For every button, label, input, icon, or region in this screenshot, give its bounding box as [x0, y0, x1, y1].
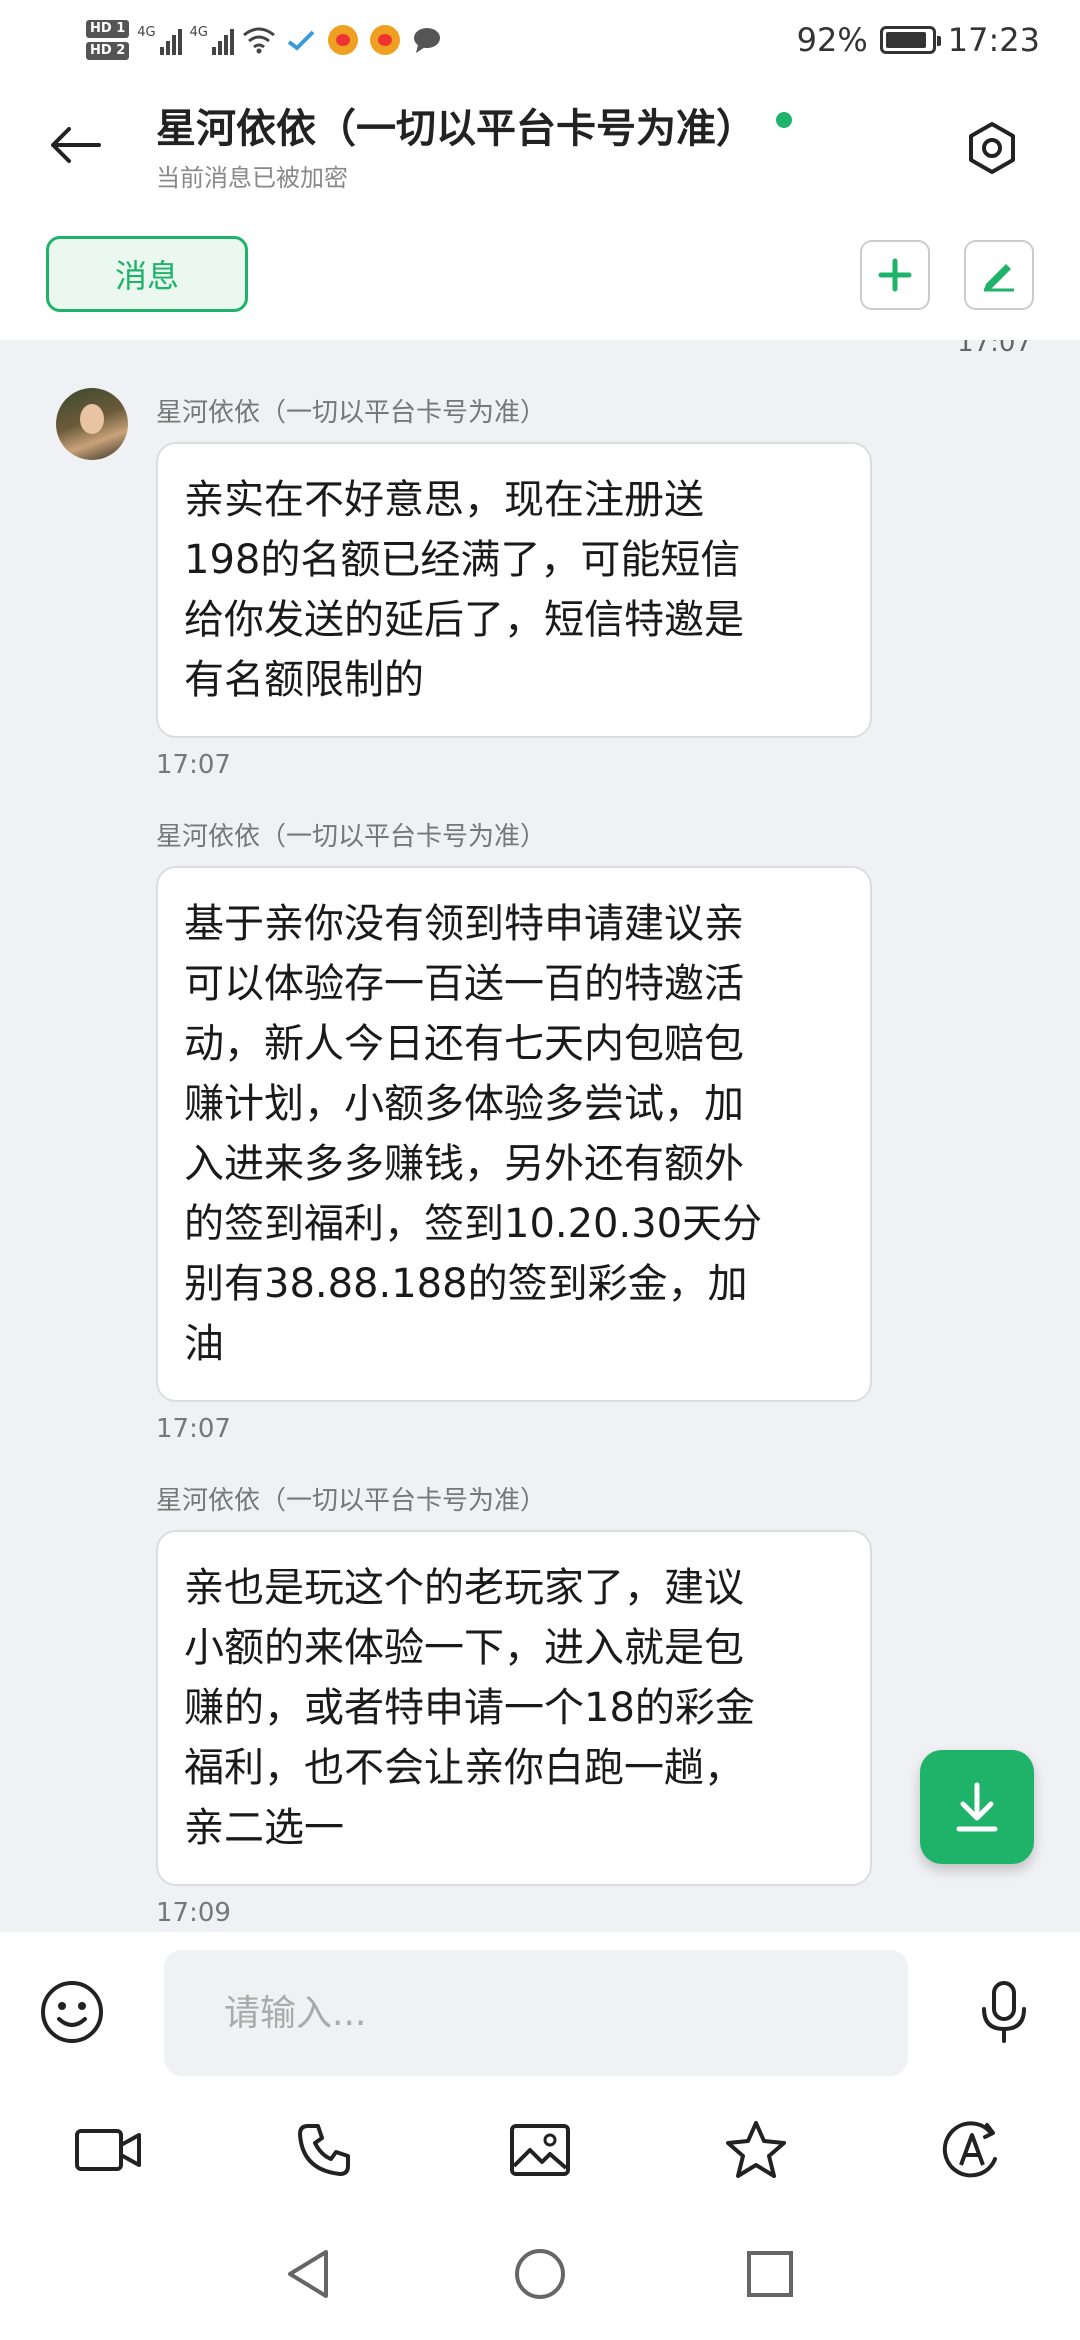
- message-time: 17:09: [156, 1898, 231, 1928]
- phone-icon: [298, 2124, 350, 2176]
- online-status-dot: [776, 112, 792, 128]
- scroll-to-bottom-button[interactable]: [920, 1750, 1034, 1864]
- back-button[interactable]: [40, 110, 110, 180]
- wifi-icon: [242, 23, 276, 57]
- video-icon: [75, 2129, 141, 2171]
- favorite-button[interactable]: [718, 2112, 794, 2188]
- recents-square-icon: [747, 2251, 793, 2297]
- message-bubble[interactable]: 基于亲你没有领到特申请建议亲 可以体验存一百送一百的特邀活 动，新人今日还有七天…: [156, 866, 872, 1402]
- chat-area[interactable]: 17:07 星河依依（一切以平台卡号为准） 亲实在不好意思，现在注册送 198的…: [0, 340, 1080, 1932]
- edit-button[interactable]: [964, 240, 1034, 310]
- system-nav-bar: [0, 2212, 1080, 2340]
- image-button[interactable]: [502, 2112, 578, 2188]
- input-bar: [0, 1932, 1080, 2082]
- message-bubble[interactable]: 亲实在不好意思，现在注册送 198的名额已经满了，可能短信 给你发送的延后了，短…: [156, 442, 872, 738]
- chat-header: 星河依依（一切以平台卡号为准） 当前消息已被加密: [0, 80, 1080, 210]
- signal-1-icon: 4G: [137, 25, 182, 55]
- check-app-icon: [284, 23, 318, 57]
- home-circle-icon: [515, 2249, 565, 2299]
- auto-text-icon: [942, 2121, 997, 2178]
- plus-icon: [878, 258, 912, 292]
- download-arrow-icon: [956, 1782, 998, 1832]
- chat-bubble-icon: [410, 23, 444, 57]
- settings-button[interactable]: [952, 108, 1032, 188]
- battery-icon: [879, 26, 941, 54]
- battery-percent: 92%: [796, 21, 868, 59]
- nav-home-button[interactable]: [508, 2242, 572, 2306]
- avatar[interactable]: [56, 388, 128, 460]
- contact-name: 星河依依（一切以平台卡号为准）: [156, 106, 756, 152]
- image-icon: [510, 2124, 570, 2176]
- hd2-badge: HD 2: [86, 42, 130, 60]
- nav-back-button[interactable]: [276, 2242, 340, 2306]
- hd1-badge: HD 1: [86, 20, 130, 38]
- message-time: 17:07: [156, 750, 231, 780]
- weibo-icon: [326, 23, 360, 57]
- message-time: 17:07: [156, 1414, 231, 1444]
- emoji-icon: [41, 1981, 103, 2043]
- nav-recents-button[interactable]: [738, 2242, 802, 2306]
- message-bubble[interactable]: 亲也是玩这个的老玩家了，建议 小额的来体验一下，进入就是包 赚的，或者特申请一个…: [156, 1530, 872, 1886]
- back-arrow-icon: [51, 127, 101, 163]
- action-row: [0, 2082, 1080, 2212]
- clock: 17:23: [947, 21, 1040, 59]
- tab-messages[interactable]: 消息: [46, 236, 248, 312]
- message-input[interactable]: [164, 1950, 908, 2076]
- back-triangle-icon: [288, 2250, 328, 2298]
- voice-call-button[interactable]: [286, 2112, 362, 2188]
- status-bar: HD 1 HD 2 4G 4G 92% 17:23: [0, 0, 1080, 80]
- voice-button[interactable]: [968, 1976, 1040, 2048]
- encryption-notice: 当前消息已被加密: [156, 164, 348, 192]
- contact-title: 星河依依（一切以平台卡号为准）: [156, 96, 792, 154]
- emoji-button[interactable]: [36, 1976, 108, 2048]
- video-call-button[interactable]: [70, 2112, 146, 2188]
- message-time: 17:07: [957, 340, 1032, 358]
- sender-name: 星河依依（一切以平台卡号为准）: [156, 398, 547, 428]
- sender-name: 星河依依（一切以平台卡号为准）: [156, 822, 547, 852]
- auto-text-button[interactable]: [934, 2112, 1010, 2188]
- weibo-icon: [368, 23, 402, 57]
- microphone-icon: [982, 1981, 1026, 2043]
- sender-name: 星河依依（一切以平台卡号为准）: [156, 1486, 547, 1516]
- settings-hexagon-icon: [969, 122, 1015, 174]
- tab-row: 消息: [0, 210, 1080, 340]
- star-icon: [726, 2121, 786, 2178]
- signal-2-icon: 4G: [190, 25, 234, 55]
- add-button[interactable]: [860, 240, 930, 310]
- pencil-icon: [984, 264, 1014, 292]
